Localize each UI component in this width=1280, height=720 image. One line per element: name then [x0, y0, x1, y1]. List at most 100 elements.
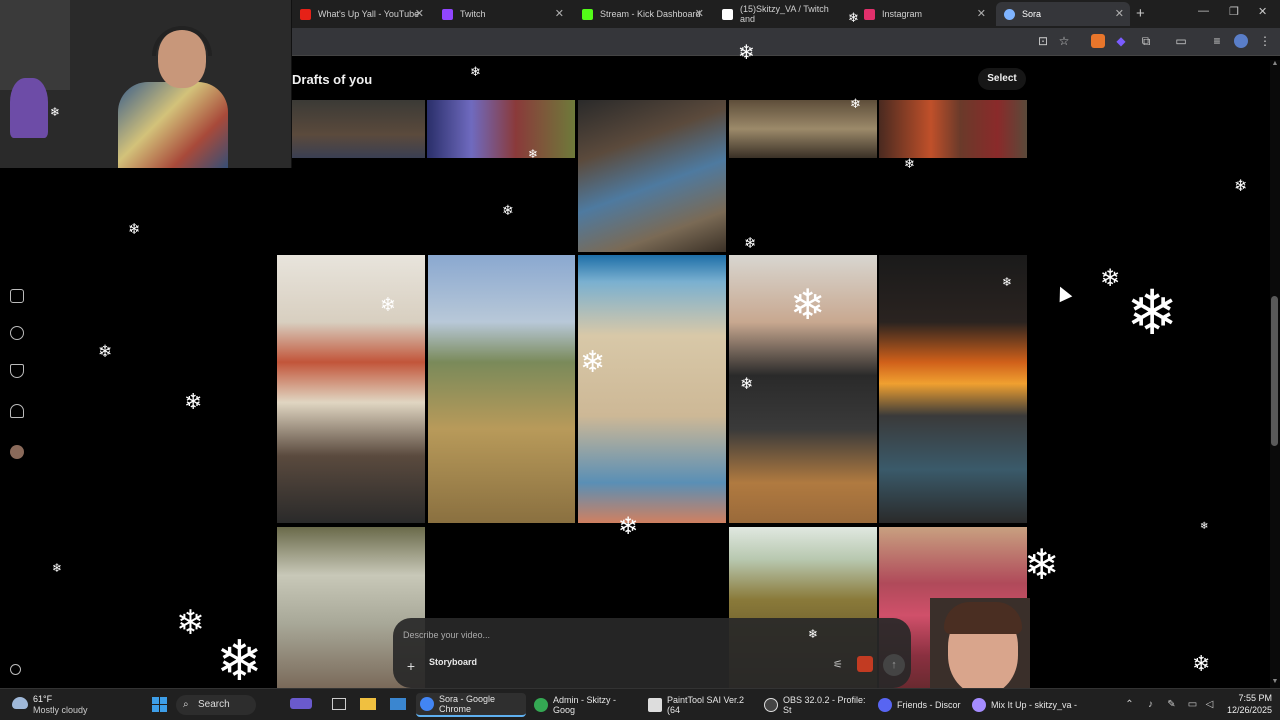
shield-icon[interactable]: ◆ [1114, 34, 1128, 48]
taskbar-app-obs[interactable]: OBS 32.0.2 - Profile: St [760, 693, 870, 717]
storyboard-button[interactable]: Storyboard [429, 657, 477, 667]
draft-video-tile[interactable] [292, 100, 425, 158]
install-app-icon[interactable]: ⊡ [1036, 34, 1050, 48]
snowflake-icon: ❄ [52, 561, 63, 575]
menu-kebab-icon[interactable]: ⋮ [1258, 34, 1272, 48]
chrome-icon [420, 697, 434, 711]
weather-condition[interactable]: Mostly cloudy [33, 705, 88, 715]
draft-video-tile[interactable] [578, 100, 726, 252]
snowflake-icon: ❄ [1100, 264, 1121, 292]
media-controls-icon[interactable]: ≡ [1210, 34, 1224, 48]
minimize-button[interactable]: — [1198, 5, 1209, 17]
select-button[interactable]: Select [978, 68, 1026, 90]
draft-video-tile[interactable] [428, 255, 575, 523]
extensions-puzzle-icon[interactable]: ⧉ [1139, 34, 1153, 48]
draft-video-tile[interactable] [879, 255, 1027, 523]
tab-youtube[interactable]: What's Up Yall - YouTube ✕ [292, 2, 430, 26]
describe-video-input[interactable] [403, 626, 803, 644]
display-icon[interactable]: ▭ [1187, 699, 1198, 710]
profile-avatar-icon[interactable] [1234, 34, 1248, 48]
start-button[interactable] [152, 697, 167, 712]
taskbar-app-chrome-admin[interactable]: Admin - Skitzy - Goog [530, 693, 640, 717]
draft-video-tile[interactable] [879, 100, 1027, 158]
taskbar-app-discord[interactable]: Friends - Discor [874, 693, 966, 717]
widgets-icon[interactable] [290, 698, 312, 709]
close-window-button[interactable]: ✕ [1258, 5, 1267, 18]
taskbar-app-label: Sora - Google Chrome [439, 694, 496, 714]
taskbar-app-label: Admin - Skitzy - Goog [553, 695, 617, 715]
close-icon[interactable]: ✕ [695, 7, 704, 20]
scroll-up-arrow-icon[interactable]: ▲ [1270, 60, 1280, 67]
scrollbar-thumb[interactable] [1271, 296, 1278, 446]
close-icon[interactable]: ✕ [1115, 7, 1124, 20]
webcam-background [0, 0, 70, 90]
snowflake-icon: ❄ [184, 390, 203, 415]
youtube-icon [300, 8, 311, 20]
close-icon[interactable]: ✕ [977, 7, 986, 20]
clock-time[interactable]: 7:55 PM [1232, 693, 1272, 703]
gift-icon[interactable] [857, 656, 873, 672]
snowflake-icon: ❄ [50, 105, 61, 119]
taskbar-search[interactable]: ⌕ Search [176, 695, 256, 715]
draft-video-tile[interactable] [578, 255, 726, 523]
settings-sliders-icon[interactable]: ⚟ [833, 658, 843, 671]
snowflake-icon: ❄ [848, 11, 859, 26]
close-icon[interactable]: ✕ [555, 7, 564, 20]
taskbar-app-mixitup[interactable]: Mix It Up - skitzy_va - [968, 693, 1080, 717]
tab-twitch[interactable]: Twitch ✕ [434, 2, 570, 26]
close-icon[interactable]: ✕ [415, 7, 424, 20]
add-media-button[interactable]: + [403, 658, 419, 674]
chevron-up-icon[interactable]: ⌃ [1124, 699, 1135, 710]
snowflake-icon: ❄ [850, 97, 861, 112]
snowflake-icon: ❄ [1192, 652, 1211, 677]
tab-title: (15)Skitzy_VA / Twitch and [740, 4, 829, 24]
snowflake-icon: ❄ [1024, 540, 1060, 589]
tab-kick[interactable]: Stream - Kick Dashboard ✕ [574, 2, 710, 26]
new-tab-button[interactable]: + [1136, 5, 1145, 22]
sidebar-notifications-icon[interactable] [10, 404, 24, 418]
side-panel-icon[interactable]: ▭ [1174, 34, 1188, 48]
draft-video-tile[interactable] [427, 100, 575, 158]
tiktok-icon [722, 8, 733, 20]
pen-icon[interactable]: ✎ [1166, 699, 1177, 710]
microphone-icon[interactable]: ♪ [1145, 699, 1156, 710]
webcam-overlay-small [930, 598, 1030, 688]
tab-title: Twitch [460, 9, 486, 19]
store-icon[interactable] [390, 698, 406, 710]
snowflake-icon: ❄ [216, 629, 263, 694]
snowflake-icon: ❄ [1234, 176, 1248, 195]
draft-video-tile[interactable] [277, 255, 425, 523]
sidebar-trophy-icon[interactable] [10, 364, 24, 378]
file-explorer-icon[interactable] [360, 698, 376, 710]
snowflake-icon: ❄ [738, 40, 755, 64]
sidebar-video-icon[interactable] [10, 289, 24, 303]
tab-title: Sora [1022, 9, 1042, 19]
taskbar-app-chrome[interactable]: Sora - Google Chrome [416, 693, 526, 717]
task-view-icon[interactable] [332, 698, 346, 710]
bookmark-star-icon[interactable]: ☆ [1057, 34, 1071, 48]
taskbar-app-painttool[interactable]: PaintTool SAI Ver.2 (64 [644, 693, 756, 717]
sidebar-more-icon[interactable] [10, 664, 21, 675]
screen: What's Up Yall - YouTube ✕ Twitch ✕ Stre… [0, 0, 1280, 720]
tab-title: Instagram [882, 9, 923, 19]
extension-icon[interactable] [1091, 34, 1105, 48]
clock-date[interactable]: 12/26/2025 [1222, 705, 1272, 715]
sidebar-profile-avatar[interactable] [10, 445, 24, 459]
page-title: Drafts of you [292, 72, 373, 87]
maximize-button[interactable]: ❐ [1229, 5, 1239, 18]
volume-icon[interactable]: ◁ [1204, 699, 1215, 710]
snowflake-icon: ❄ [380, 294, 396, 316]
sidebar-search-icon[interactable] [10, 326, 24, 340]
weather-cloud-icon[interactable] [12, 697, 28, 709]
tab-instagram[interactable]: Instagram ✕ [856, 2, 992, 26]
mouse-cursor-icon [1053, 283, 1073, 303]
scroll-down-arrow-icon[interactable]: ▼ [1270, 678, 1280, 685]
instagram-icon [864, 8, 875, 20]
tab-sora[interactable]: Sora ✕ [996, 2, 1130, 26]
snowflake-icon: ❄ [98, 342, 113, 362]
weather-temperature[interactable]: 61°F [33, 694, 52, 704]
submit-button[interactable]: ↑ [883, 654, 905, 676]
tab-tiktok[interactable]: (15)Skitzy_VA / Twitch and [714, 2, 852, 26]
taskbar-app-label: Friends - Discor [897, 700, 961, 710]
snowflake-icon: ❄ [1200, 521, 1209, 532]
